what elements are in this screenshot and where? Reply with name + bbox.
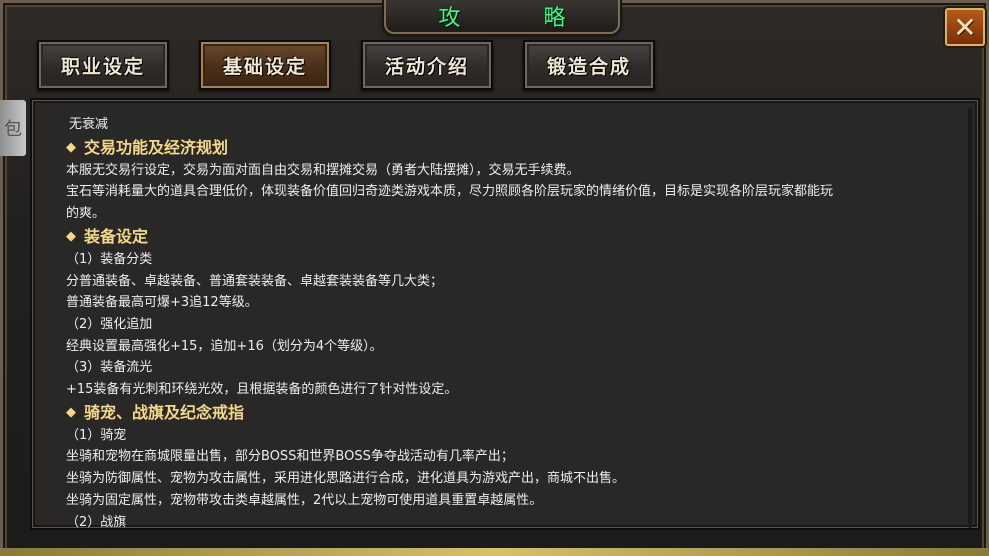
text-line: （2）战旗 — [66, 514, 127, 530]
text-line: 宝石等消耗量大的道具合理低价，体现装备价值回归奇迹类游戏本质，尽力照顾各阶层玩家… — [66, 184, 834, 200]
diamond-bullet-icon: ◆ — [66, 404, 76, 420]
tab-forge-synthesis[interactable]: 锻造合成 — [523, 40, 655, 90]
content-scrollbar[interactable] — [968, 108, 972, 528]
close-button[interactable]: ✕ — [945, 8, 985, 46]
diamond-bullet-icon: ◆ — [66, 228, 76, 244]
tab-event-intro[interactable]: 活动介绍 — [361, 40, 493, 90]
text-line: 本服无交易行设定，交易为面对面自由交易和摆摊交易（勇者大陆摆摊），交易无手续费。 — [66, 162, 580, 178]
window-title: 攻 略 — [438, 6, 604, 31]
close-icon: ✕ — [953, 10, 977, 44]
text-line: （1）装备分类 — [66, 251, 153, 267]
text-line: （2）强化追加 — [66, 316, 153, 332]
section-heading: ◆ 骑宠、战旗及纪念戒指 — [66, 401, 926, 425]
text-line: （3）装备流光 — [66, 360, 153, 376]
text-line: 分普通装备、卓越装备、普通套装装备、卓越套装装备等几大类； — [66, 273, 444, 289]
title-plate: 攻 略 — [384, 0, 620, 34]
section-heading: ◆ 装备设定 — [66, 225, 926, 249]
diamond-bullet-icon: ◆ — [66, 139, 76, 155]
text-line: 坐骑和宠物在商城限量出售，部分BOSS和世界BOSS争夺战活动有几率产出； — [66, 449, 514, 465]
text-line: （1）骑宠 — [66, 427, 127, 443]
section-heading-text: 骑宠、战旗及纪念戒指 — [84, 402, 245, 422]
content-scroll: 无衰减 ◆ 交易功能及经济规划 本服无交易行设定，交易为面对面自由交易和摆摊交易… — [66, 114, 926, 530]
text-line: +15装备有光刺和环绕光效，且根据装备的颜色进行了针对性设定。 — [66, 382, 458, 398]
text-line: 坐骑为防御属性、宠物为攻击属性，采用进化思路进行合成，进化道具为游戏产出，商城不… — [66, 471, 626, 487]
text-line: 坐骑为固定属性，宠物带攻击类卓越属性，2代以上宠物可使用道具重置卓越属性。 — [66, 492, 543, 508]
intro-line: 无衰减 — [69, 117, 109, 132]
bottom-border — [0, 548, 989, 556]
content-panel[interactable]: 无衰减 ◆ 交易功能及经济规划 本服无交易行设定，交易为面对面自由交易和摆摊交易… — [30, 98, 980, 530]
section-heading-text: 交易功能及经济规划 — [84, 137, 229, 157]
text-line: 经典设置最高强化+15，追加+16（划分为4个等级）。 — [66, 338, 383, 354]
text-line: 普通装备最高可爆+3追12等级。 — [66, 295, 258, 311]
tab-basic-settings[interactable]: 基础设定 — [199, 40, 331, 90]
tab-class-settings[interactable]: 职业设定 — [37, 40, 169, 90]
side-bag-tab[interactable]: 包 — [0, 100, 26, 156]
section-heading: ◆ 交易功能及经济规划 — [66, 136, 926, 160]
section-heading-text: 装备设定 — [84, 226, 149, 246]
side-tab-label: 包 — [4, 119, 22, 140]
text-line: 的爽。 — [66, 206, 106, 222]
